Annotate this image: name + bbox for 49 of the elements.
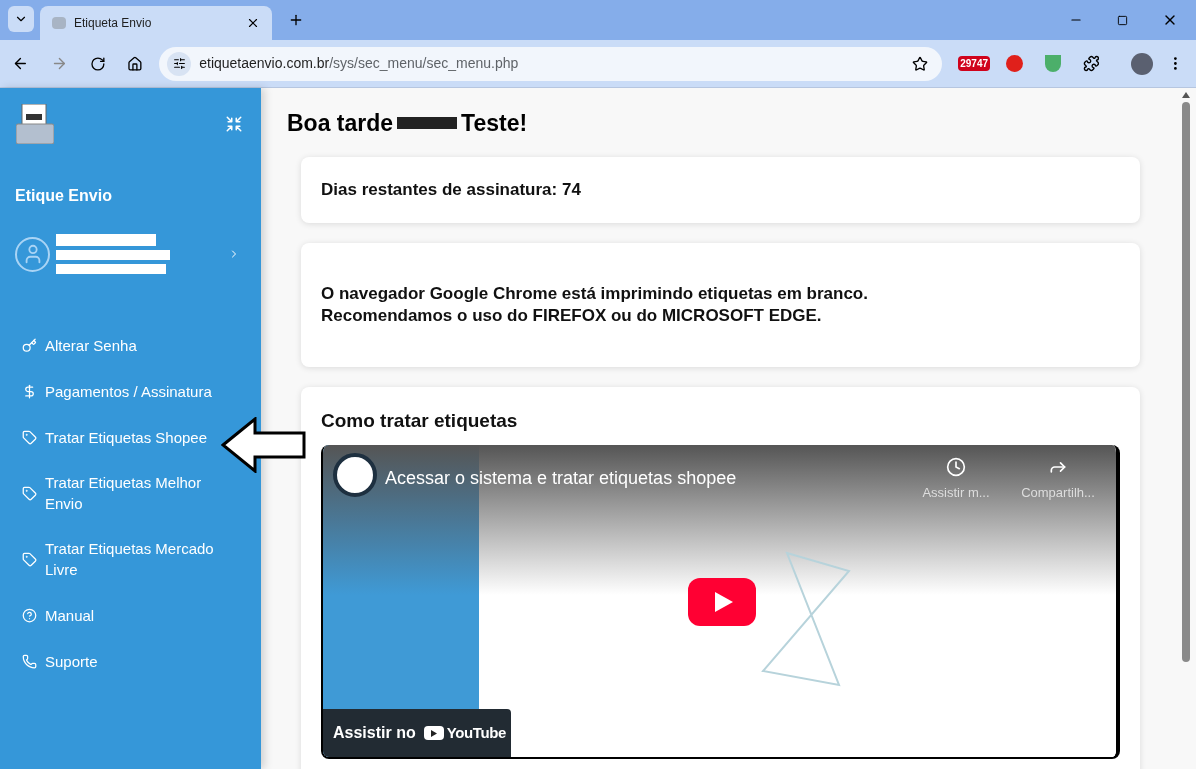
tab-title: Etiqueta Envio — [74, 15, 153, 32]
home-icon[interactable] — [127, 55, 144, 72]
reload-icon[interactable] — [89, 55, 106, 72]
player-action-button[interactable]: Assistir m... — [916, 457, 996, 503]
help-icon — [22, 607, 37, 623]
tag-icon — [22, 551, 37, 567]
sidebar-menu-item[interactable]: Tratar Etiquetas Mercado Livre — [0, 526, 227, 592]
collapse-icon[interactable] — [225, 115, 243, 133]
phone-icon — [22, 653, 37, 669]
tag-icon — [22, 485, 37, 501]
site-settings-icon[interactable] — [172, 57, 186, 70]
bookmark-star-icon[interactable] — [912, 55, 929, 72]
tab-list-button[interactable] — [8, 6, 34, 32]
card-text: O navegador Google Chrome está imprimindo etiquetas em branco. Recomendamos o uso do FIREFOX ou do MICROSOFT EDGE. — [321, 282, 869, 327]
video-player[interactable]: Acessar o sistema e tratar etiquetas shopee Assistir m... Compartilh... Assistir no YouTube — [321, 445, 1120, 759]
mail-extension-badge[interactable]: 29747 — [958, 56, 991, 71]
play-button-icon[interactable] — [688, 578, 756, 626]
section-title: Como tratar etiquetas — [321, 408, 519, 433]
video-title[interactable]: Acessar o sistema e tratar etiquetas shopee — [385, 465, 737, 492]
card-text: Dias restantes de assinatura: 74 — [321, 178, 582, 201]
scroll-up-icon[interactable] — [1182, 92, 1190, 98]
profile-avatar[interactable] — [1131, 52, 1154, 75]
redacted-scribble — [397, 117, 458, 130]
sidebar-menu-item[interactable]: Pagamentos / Assinatura — [0, 368, 218, 414]
sidebar-menu-item[interactable]: Manual — [0, 592, 101, 638]
browser-tab[interactable]: Etiqueta Envio — [40, 6, 272, 40]
greeting-text: Teste! — [461, 109, 528, 138]
extensions-icon[interactable] — [1082, 55, 1100, 72]
new-tab-icon[interactable] — [288, 12, 304, 28]
clock-icon — [946, 457, 966, 477]
sidebar-menu-item[interactable]: Tratar Etiquetas Shopee — [0, 414, 214, 460]
tag-icon — [22, 429, 37, 445]
brand-name: Etique Envio — [14, 186, 113, 206]
watch-on-youtube-button[interactable]: Assistir no YouTube — [323, 709, 511, 757]
maximize-icon[interactable] — [1117, 14, 1128, 26]
close-icon[interactable] — [246, 16, 260, 30]
sidebar-menu-item[interactable]: Tratar Etiquetas Melhor Envio — [0, 460, 227, 526]
player-action-button[interactable]: Compartilh... — [1018, 457, 1098, 503]
printer-logo-icon — [16, 104, 54, 144]
dollar-icon — [22, 383, 37, 399]
key-icon — [22, 337, 37, 353]
play-triangle-icon — [430, 729, 437, 737]
back-icon[interactable] — [12, 55, 29, 72]
sidebar-menu-item[interactable]: Suporte — [0, 638, 104, 684]
greeting-text: Boa tarde — [287, 109, 394, 138]
url-text: etiquetaenvio.com.br/sys/sec_menu/sec_menu.php — [199, 54, 520, 73]
sidebar-menu-item[interactable]: Alterar Senha — [0, 322, 143, 368]
address-bar[interactable]: etiquetaenvio.com.br/sys/sec_menu/sec_menu.php — [159, 46, 943, 81]
youtube-logo-text: YouTube — [446, 722, 506, 743]
